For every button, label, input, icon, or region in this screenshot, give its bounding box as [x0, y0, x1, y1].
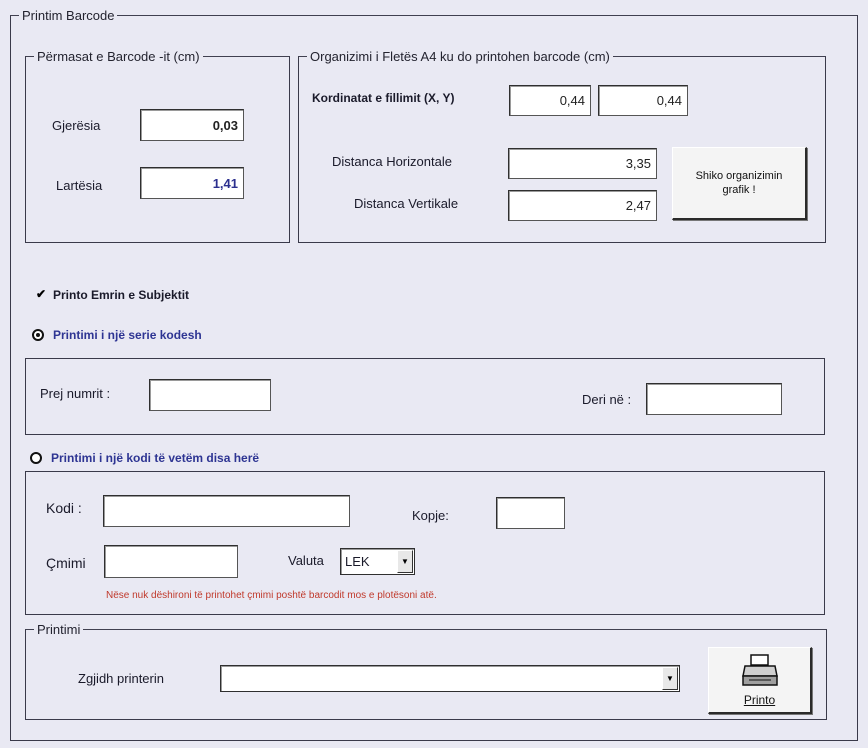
- preview-button-line1: Shiko organizimin: [695, 170, 783, 182]
- graphic-preview-button[interactable]: Shiko organizimin grafik !: [672, 147, 807, 220]
- code-label: Kodi :: [46, 500, 82, 516]
- preview-button-line2: grafik !: [722, 184, 756, 196]
- layout-legend: Organizimi i Fletës A4 ku do printohen b…: [310, 49, 610, 64]
- printing-legend: Printimi: [37, 622, 81, 637]
- code-field[interactable]: [103, 495, 350, 527]
- price-hint: Nëse nuk dëshironi të printohet çmimi po…: [106, 590, 437, 601]
- h-distance-label: Distanca Horizontale: [332, 154, 452, 169]
- v-distance-field[interactable]: 2,47: [508, 190, 657, 221]
- height-field[interactable]: 1,41: [140, 167, 244, 199]
- print-name-label[interactable]: Printo Emrin e Subjektit: [53, 288, 189, 302]
- width-field[interactable]: 0,03: [140, 109, 244, 141]
- from-number-field[interactable]: [149, 379, 271, 411]
- height-label: Lartësia: [56, 178, 103, 193]
- print-name-checkbox[interactable]: ✔: [36, 288, 47, 300]
- y-coordinate-field[interactable]: 0,44: [598, 85, 688, 116]
- group-title: Printim Barcode: [22, 8, 115, 23]
- currency-value: LEK: [345, 554, 370, 569]
- currency-select[interactable]: LEK ▼: [340, 548, 415, 575]
- v-distance-label: Distanca Vertikale: [354, 196, 459, 211]
- copies-label: Kopje:: [412, 508, 449, 523]
- to-number-field[interactable]: [646, 383, 782, 415]
- print-button[interactable]: Printo: [708, 647, 812, 714]
- chevron-down-icon[interactable]: ▼: [397, 550, 413, 573]
- single-code-radio-label[interactable]: Printimi i një kodi të vetëm disa herë: [51, 451, 259, 465]
- coords-label: Kordinatat e fillimit (X, Y): [312, 91, 455, 105]
- x-coordinate-field[interactable]: 0,44: [509, 85, 591, 116]
- price-field[interactable]: [104, 545, 238, 578]
- printer-select[interactable]: ▼: [220, 665, 680, 692]
- print-button-label: Printo: [743, 693, 776, 707]
- printer-icon: [742, 654, 778, 686]
- to-number-label: Deri në :: [582, 392, 632, 407]
- width-label: Gjerësia: [52, 118, 101, 133]
- price-label: Çmimi: [46, 555, 86, 571]
- series-radio[interactable]: [32, 329, 44, 341]
- printer-label: Zgjidh printerin: [78, 671, 164, 686]
- dimensions-legend: Përmasat e Barcode -it (cm): [37, 49, 200, 64]
- series-radio-label[interactable]: Printimi i një serie kodesh: [53, 328, 202, 342]
- barcode-dimensions-group: Përmasat e Barcode -it (cm): [25, 49, 290, 243]
- chevron-down-icon[interactable]: ▼: [662, 667, 678, 690]
- h-distance-field[interactable]: 3,35: [508, 148, 657, 179]
- copies-field[interactable]: [496, 497, 565, 529]
- single-code-radio[interactable]: [30, 452, 42, 464]
- from-number-label: Prej numrit :: [40, 386, 111, 401]
- currency-label: Valuta: [288, 553, 324, 568]
